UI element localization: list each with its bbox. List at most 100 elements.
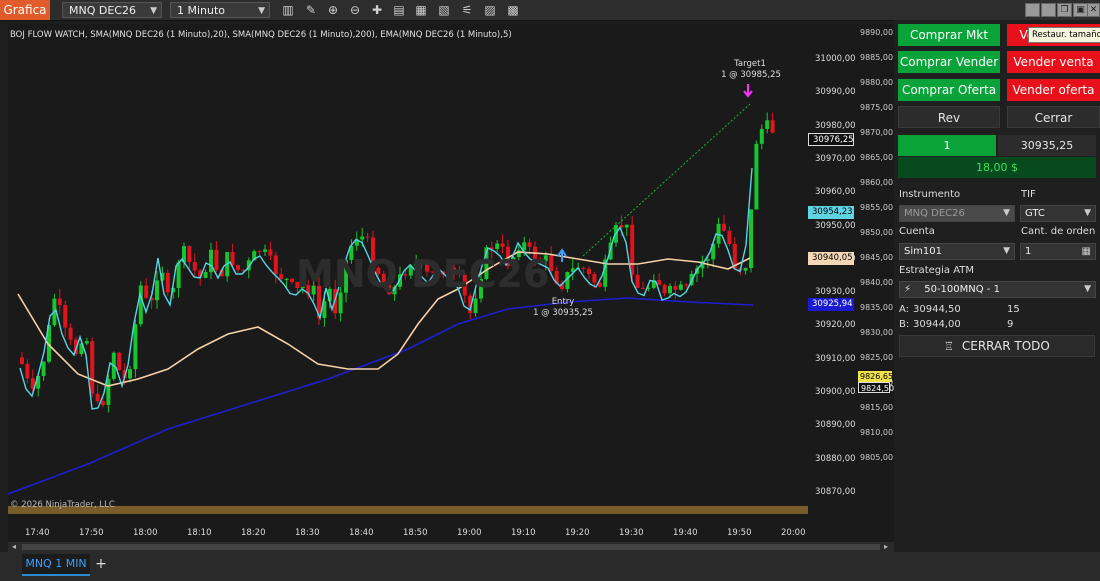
templates-icon[interactable]: ▨ — [482, 3, 498, 17]
alert-icon[interactable]: ⚟ — [459, 3, 475, 17]
secondary-price-box-2: 9824,50 — [858, 382, 894, 393]
instrument-selector[interactable]: MNQ DEC26 ▼ — [62, 2, 162, 18]
candle-body — [624, 224, 629, 228]
candle-body — [473, 298, 478, 314]
last-price-box: 30976,25 — [808, 133, 854, 146]
candle-body — [214, 249, 219, 270]
maximize-icon[interactable]: ❐ — [1057, 3, 1072, 17]
zoom-out-icon[interactable]: ⊖ — [347, 3, 363, 17]
scroll-right-icon[interactable]: ▸ — [884, 543, 888, 551]
scroll-thumb[interactable] — [22, 544, 880, 550]
time-tick-label: 19:10 — [511, 528, 536, 538]
candle-body — [722, 223, 726, 231]
properties-icon[interactable]: ▤ — [391, 3, 407, 17]
price-tick-label: 30980,00 — [815, 120, 856, 131]
secondary-price-tick-label: 9855,00 — [860, 203, 894, 212]
candle-body — [657, 280, 662, 285]
candle-body — [587, 268, 591, 275]
candle-body — [138, 285, 143, 325]
scroll-left-icon[interactable]: ◂ — [12, 543, 16, 551]
candle-body — [581, 267, 586, 269]
pencil-icon[interactable]: ✎ — [303, 3, 319, 17]
instrument-select-value: MNQ DEC26 — [904, 208, 965, 219]
candle-body — [770, 120, 775, 133]
chevron-down-icon: ▼ — [258, 6, 265, 16]
chevron-down-icon: ▼ — [1003, 246, 1010, 256]
candle-body — [268, 249, 273, 256]
add-tab-button[interactable]: + — [94, 555, 108, 573]
bid-label: B: — [899, 319, 910, 330]
candle-body — [128, 369, 132, 379]
reverse-button[interactable]: Rev — [898, 106, 1000, 128]
candle-body — [630, 224, 635, 275]
window-restore-icon[interactable]: ▣ — [1073, 3, 1088, 17]
secondary-price-tick-label: 9825,00 — [860, 353, 894, 362]
sell-ask-button[interactable]: Vender venta — [1007, 51, 1100, 73]
price-axis[interactable] — [808, 24, 858, 520]
position-quantity: 1 — [898, 135, 996, 156]
candle-body — [592, 274, 597, 283]
buy-market-button[interactable]: Comprar Mkt — [898, 24, 1000, 46]
close-all-button[interactable]: ♖ CERRAR TODO — [899, 335, 1095, 357]
price-tick-label: 30960,00 — [815, 187, 856, 198]
target-qty: 1 @ 30985,25 — [721, 70, 781, 80]
buy-offer-button[interactable]: Comprar Oferta — [898, 79, 1000, 101]
time-tick-label: 18:10 — [187, 528, 212, 538]
candle-body — [662, 284, 667, 294]
price-tick-label: 31000,00 — [815, 54, 856, 64]
app-tab[interactable]: Grafica — [0, 0, 50, 20]
minimize-icon[interactable] — [1025, 3, 1040, 17]
candle-body — [106, 378, 111, 405]
buy-bid-button[interactable]: Comprar Vender — [898, 51, 1000, 73]
candle-body — [263, 249, 267, 252]
strategies-icon[interactable]: ▧ — [436, 3, 452, 17]
ask-label: A: — [899, 304, 910, 315]
candle-body — [165, 272, 170, 293]
restore-icon[interactable] — [1041, 3, 1056, 17]
secondary-price-axis[interactable] — [858, 24, 894, 520]
candle-body — [68, 327, 73, 340]
indicators-icon[interactable]: ▦ — [413, 3, 429, 17]
secondary-price-tick-label: 9815,00 — [860, 403, 894, 412]
time-tick-label: 19:40 — [673, 528, 698, 538]
volume-band — [8, 506, 808, 514]
horizontal-scrollbar[interactable]: ◂ ▸ — [8, 542, 894, 552]
candle-body — [95, 393, 100, 402]
price-tick-label: 30890,00 — [815, 420, 856, 431]
candle-body — [290, 278, 294, 282]
account-select[interactable]: Sim101 ▼ — [899, 243, 1015, 260]
chevron-down-icon: ▼ — [1003, 208, 1010, 218]
secondary-price-tick-label: 9880,00 — [860, 78, 894, 87]
ask-price: 30944,50 — [913, 304, 961, 315]
time-tick-label: 19:00 — [457, 528, 482, 538]
price-tick-label: 30880,00 — [815, 453, 856, 464]
order-qty-label: Cant. de orden — [1021, 226, 1096, 237]
close-position-button[interactable]: Cerrar — [1007, 106, 1100, 128]
candle-body — [133, 324, 138, 370]
zoom-in-icon[interactable]: ⊕ — [325, 3, 341, 17]
lightning-icon: ⚡ — [904, 284, 912, 295]
instrument-value: MNQ DEC26 — [69, 4, 136, 17]
candle-body — [673, 286, 678, 290]
candle-body — [155, 280, 159, 301]
candle-body — [187, 246, 192, 263]
atm-strategy-select[interactable]: ⚡ 50-100MNQ - 1 ▼ — [899, 281, 1096, 298]
close-icon[interactable]: ✕ — [1087, 3, 1100, 17]
candle-body — [284, 278, 289, 280]
settings-icon[interactable]: ▩ — [505, 3, 521, 17]
sma200-line — [8, 297, 754, 495]
bar-chart-icon[interactable]: ▥ — [280, 3, 296, 17]
sell-offer-button[interactable]: Vender oferta — [1007, 79, 1100, 101]
candle-body — [192, 262, 197, 271]
ema-price-box: 30940,05 — [808, 252, 854, 265]
order-qty-input[interactable]: 1 ▦ — [1020, 243, 1096, 260]
tab-mnq-1-min[interactable]: MNQ 1 MIN — [22, 554, 90, 576]
instrument-select[interactable]: MNQ DEC26 ▼ — [899, 205, 1015, 222]
interval-selector[interactable]: 1 Minuto ▼ — [170, 2, 270, 18]
candle-body — [678, 284, 683, 290]
price-tick-label: 30900,00 — [815, 387, 856, 397]
crosshair-icon[interactable]: ✚ — [369, 3, 385, 17]
calculator-icon[interactable]: ▦ — [1082, 244, 1091, 259]
tif-select[interactable]: GTC ▼ — [1020, 205, 1096, 222]
secondary-price-tick-label: 9830,00 — [860, 328, 894, 337]
